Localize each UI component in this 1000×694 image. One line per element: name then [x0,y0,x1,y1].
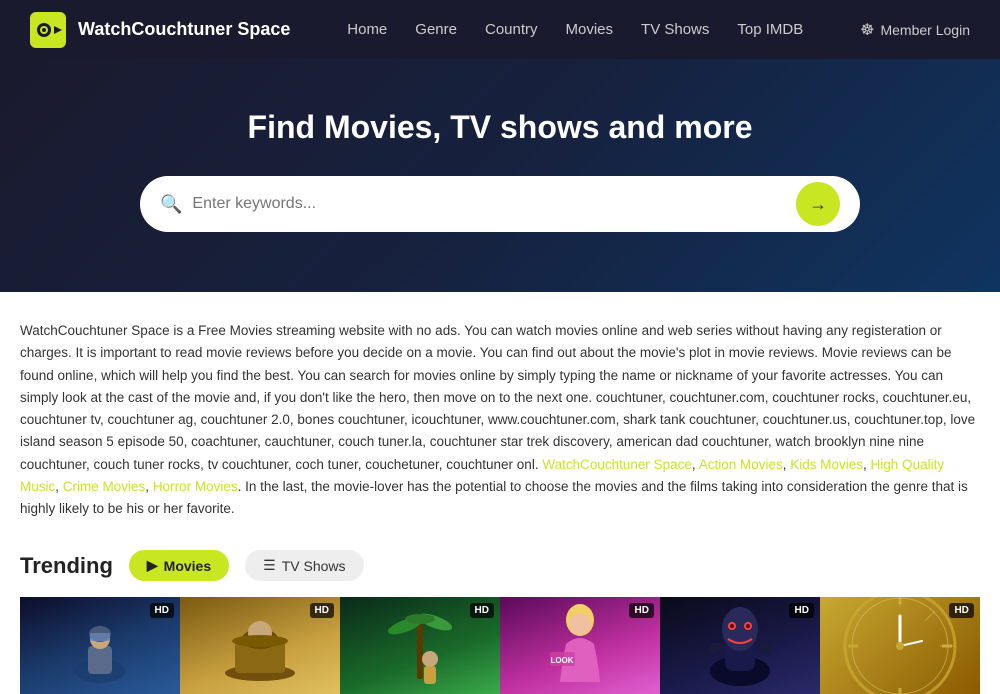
tab-tvshows-button[interactable]: ☰ TV Shows [245,550,363,581]
trending-section: Trending ▶ Movies ☰ TV Shows [0,540,1000,694]
search-button[interactable]: → [796,182,840,226]
play-icon: ▶ [147,557,158,574]
hd-badge: HD [150,603,174,618]
description-text: WatchCouchtuner Space is a Free Movies s… [20,320,980,520]
trending-title: Trending [20,553,113,579]
description-section: WatchCouchtuner Space is a Free Movies s… [0,292,1000,540]
movie-card[interactable]: HD [180,597,340,694]
clock-artwork [840,597,960,694]
card-artwork [215,601,305,691]
movie-cards-row: HD HD [20,597,980,694]
nav-home[interactable]: Home [347,21,387,38]
hd-badge: HD [629,603,653,618]
movie-card[interactable]: HD [660,597,820,694]
card-artwork [60,611,140,686]
navbar-nav: Home Genre Country Movies TV Shows Top I… [347,21,803,38]
card-artwork [695,601,785,691]
hero-section: Find Movies, TV shows and more 🔍 → [0,59,1000,292]
link-horror-movies[interactable]: Horror Movies [153,479,238,494]
nav-genre[interactable]: Genre [415,21,457,38]
logo-text: WatchCouchtuner Space [78,19,290,40]
hd-badge: HD [789,603,813,618]
hd-badge: HD [470,603,494,618]
card-artwork [375,604,465,694]
navbar-brand: WatchCouchtuner Space [30,12,290,48]
navbar: WatchCouchtuner Space Home Genre Country… [0,0,1000,59]
member-login-button[interactable]: ☸ Member Login [860,20,970,40]
nav-country[interactable]: Country [485,21,538,38]
tab-movies-button[interactable]: ▶ Movies [129,550,229,581]
card-artwork: LOOK [540,602,620,690]
movie-card[interactable]: HD [820,597,980,694]
search-icon: 🔍 [160,194,182,215]
search-bar: 🔍 → [140,176,860,232]
hd-badge: HD [949,603,973,618]
movie-card[interactable]: HD [20,597,180,694]
trending-header: Trending ▶ Movies ☰ TV Shows [20,550,980,581]
nav-movies[interactable]: Movies [566,21,614,38]
movie-card[interactable]: HD [340,597,500,694]
movie-card[interactable]: LOOK HD [500,597,660,694]
link-kids-movies[interactable]: Kids Movies [790,457,863,472]
nav-tvshows[interactable]: TV Shows [641,21,709,38]
logo-icon [30,12,66,48]
hero-title: Find Movies, TV shows and more [20,109,980,146]
link-action-movies[interactable]: Action Movies [699,457,783,472]
svg-text:LOOK: LOOK [550,656,573,665]
link-crime-movies[interactable]: Crime Movies [63,479,146,494]
hd-badge: HD [310,603,334,618]
nav-topimdb[interactable]: Top IMDB [737,21,803,38]
navbar-right: ☸ Member Login [860,20,970,40]
link-watchcouchtuner[interactable]: WatchCouchtuner Space [542,457,692,472]
list-icon: ☰ [263,557,276,574]
person-icon: ☸ [860,20,874,40]
search-input[interactable] [192,195,786,213]
